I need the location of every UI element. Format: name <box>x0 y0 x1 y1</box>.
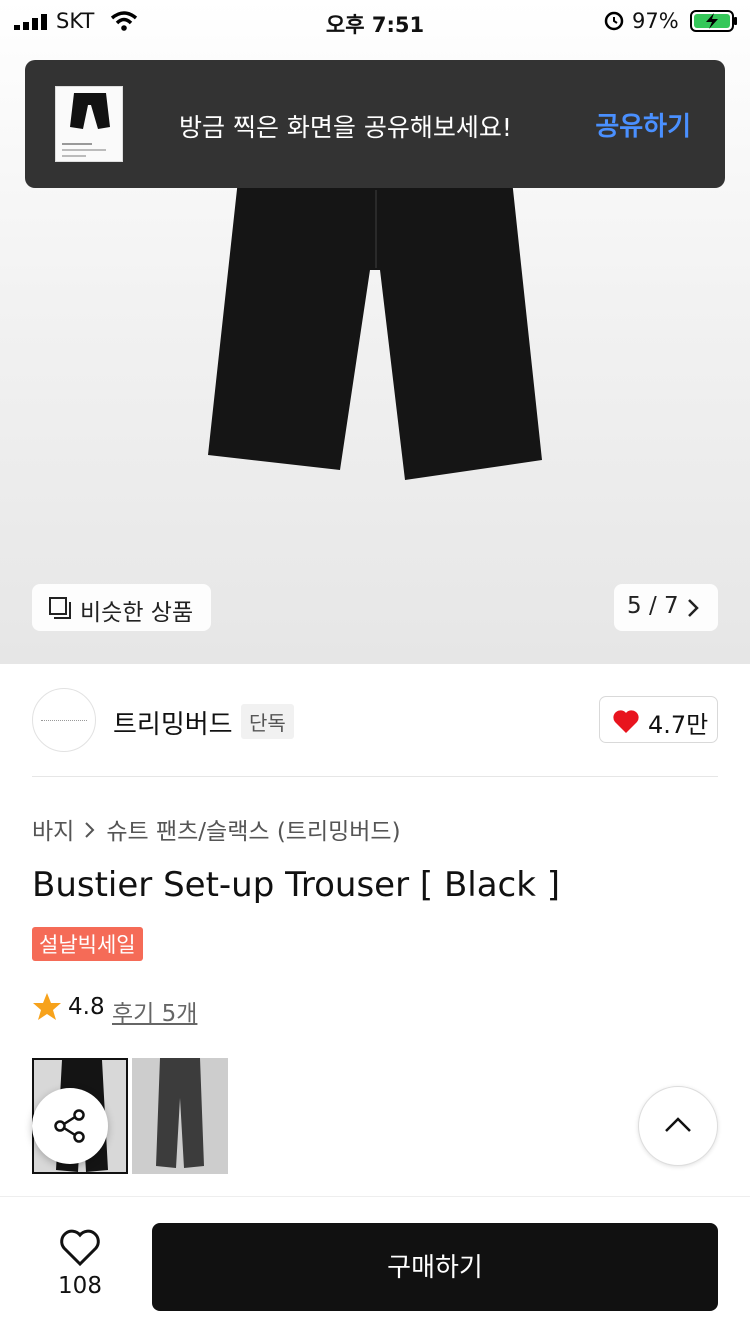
screenshot-share-toast: 방금 찍은 화면을 공유해보세요! 공유하기 <box>25 60 725 188</box>
similar-products-button[interactable]: 비슷한 상품 <box>32 584 211 631</box>
chevron-up-icon <box>665 1117 691 1132</box>
similar-items-icon <box>49 597 71 619</box>
wishlist-count: 108 <box>58 1273 102 1299</box>
breadcrumb: 바지 슈트 팬츠/슬랙스 (트리밍버드) <box>32 812 401 846</box>
battery-charging-icon <box>690 10 737 32</box>
brand-like-count: 4.7만 <box>648 711 709 739</box>
page-indicator-text: 5 / 7 <box>627 593 679 619</box>
color-swatch-charcoal[interactable] <box>132 1058 228 1174</box>
scroll-to-top-button[interactable] <box>638 1086 718 1166</box>
similar-products-label: 비슷한 상품 <box>80 600 194 626</box>
image-page-indicator[interactable]: 5 / 7 <box>614 584 718 631</box>
chevron-right-icon <box>688 599 699 617</box>
heart-outline-icon <box>60 1229 100 1267</box>
divider <box>32 776 718 777</box>
exclusive-badge: 단독 <box>241 704 294 739</box>
thumbnail-image <box>62 93 110 157</box>
brand-logo[interactable] <box>32 688 96 752</box>
screenshot-thumbnail[interactable] <box>55 86 123 162</box>
battery-percent: 97% <box>632 9 679 33</box>
share-icon <box>54 1109 85 1143</box>
status-bar: SKT 오후 7:51 97% <box>0 0 750 44</box>
swatch-image <box>132 1058 228 1174</box>
brand-name[interactable]: 트리밍버드 <box>113 704 233 741</box>
bottom-action-bar: 108 구매하기 <box>0 1196 750 1334</box>
share-action-button[interactable]: 공유하기 <box>595 106 691 143</box>
buy-button[interactable]: 구매하기 <box>152 1223 718 1311</box>
wishlist-button[interactable]: 108 <box>40 1227 120 1307</box>
product-photo <box>208 180 542 480</box>
breadcrumb-category[interactable]: 바지 <box>32 819 74 845</box>
heart-filled-icon <box>613 710 639 733</box>
share-button[interactable] <box>32 1088 108 1164</box>
brand-like-button[interactable]: 4.7만 <box>599 696 718 743</box>
product-title: Bustier Set-up Trouser [ Black ] <box>32 865 561 905</box>
chevron-right-icon <box>85 822 95 838</box>
breadcrumb-subcategory[interactable]: 슈트 팬츠/슬랙스 (트리밍버드) <box>106 819 400 845</box>
reviews-link[interactable]: 후기 5개 <box>112 994 197 1028</box>
toast-message: 방금 찍은 화면을 공유해보세요! <box>179 113 512 142</box>
rating-score: 4.8 <box>68 994 105 1020</box>
alarm-icon <box>604 11 624 31</box>
sale-badge: 설날빅세일 <box>32 927 143 961</box>
star-icon <box>33 993 61 1020</box>
